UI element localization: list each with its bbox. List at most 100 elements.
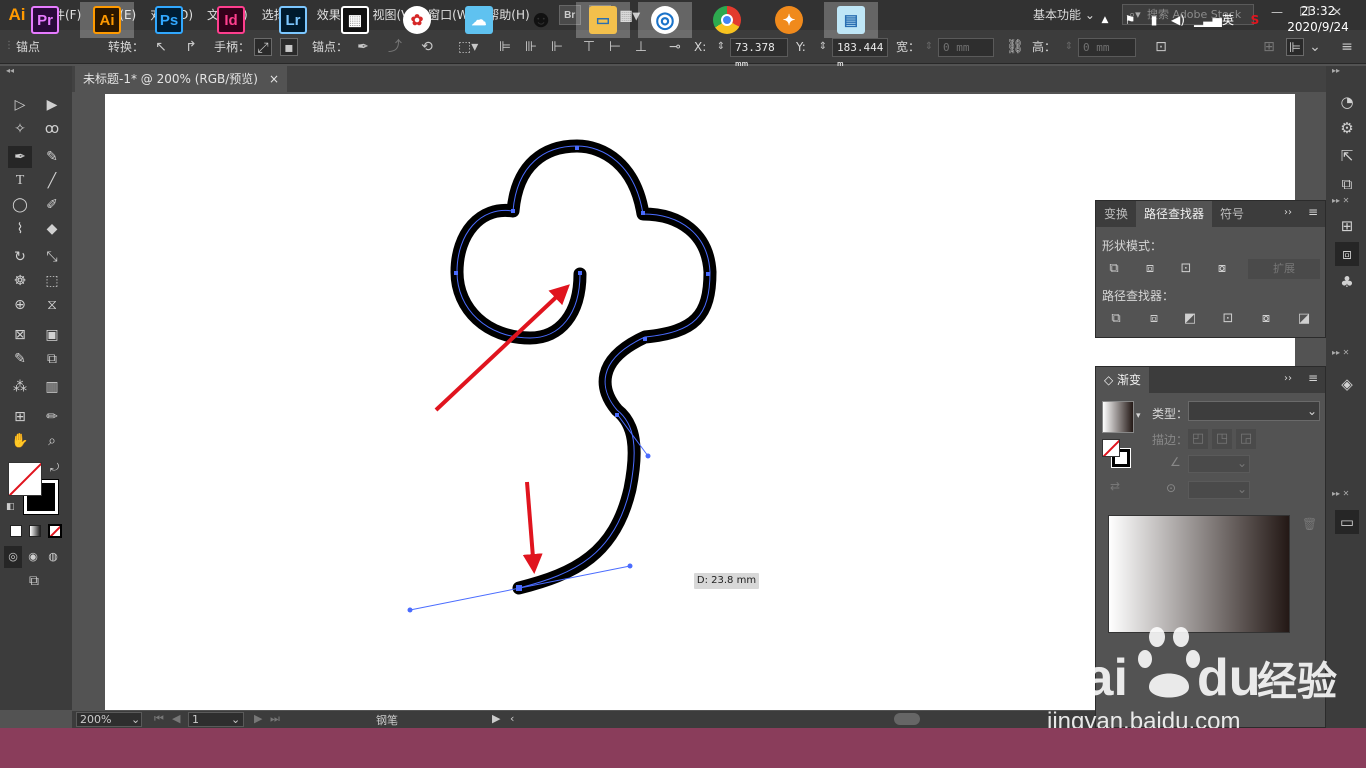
exclude-icon[interactable]: ⧇ <box>1212 259 1232 279</box>
merge-icon[interactable]: ◩ <box>1180 309 1200 329</box>
taskbar-media-app[interactable]: ✦ <box>762 2 816 38</box>
taskbar-indesign[interactable]: Id <box>204 2 258 38</box>
tab-transform[interactable]: 变换 <box>1096 201 1136 227</box>
draw-normal-icon[interactable]: ◎ <box>4 546 22 568</box>
anchor-point[interactable] <box>643 337 647 341</box>
draw-inside-icon[interactable]: ◍ <box>44 546 62 568</box>
taskbar-edge[interactable]: ◎ <box>638 2 692 38</box>
line-tool-icon[interactable]: ╱ <box>40 170 64 192</box>
anchor-point[interactable] <box>578 271 582 275</box>
tray-battery-icon[interactable]: ▮ <box>1146 0 1162 40</box>
anchor-point[interactable] <box>706 272 710 276</box>
tab-symbols[interactable]: 符号 <box>1212 201 1252 227</box>
artboard-tool-icon[interactable]: ⊞ <box>8 406 32 428</box>
align-hcenter-icon[interactable]: ⊪ <box>522 38 540 56</box>
panel-menu-icon[interactable]: ≡ <box>1308 371 1318 385</box>
reverse-gradient-icon[interactable]: ⇄ <box>1110 479 1120 493</box>
arrange-icon[interactable]: ⧉ <box>1335 172 1359 196</box>
dock-collapse-icon[interactable]: ▸▸ ✕ <box>1332 348 1349 357</box>
handle-point[interactable] <box>645 453 651 459</box>
tray-flag-icon[interactable]: ⚑ <box>1122 0 1138 40</box>
swap-fill-stroke-icon[interactable]: ⤾ <box>50 461 59 475</box>
taskbar-notepad[interactable]: ▤ <box>824 2 878 38</box>
height-stepper-icon[interactable]: ⇕ <box>1060 38 1078 56</box>
align-top-icon[interactable]: ⊤ <box>580 38 598 56</box>
distribute-icon[interactable]: ⊸ <box>666 38 684 56</box>
mesh-tool-icon[interactable]: ⊠ <box>8 324 32 346</box>
align-panel-toggle-icon[interactable]: ⊫ <box>1286 38 1304 56</box>
stroke-along-icon[interactable]: ◳ <box>1212 429 1232 449</box>
last-artboard-icon[interactable]: ⏭ <box>270 712 280 726</box>
crop-icon[interactable]: ⊡ <box>1218 309 1238 329</box>
constrain-proportions-icon[interactable]: ⛓ <box>1006 38 1024 56</box>
shape-builder-tool-icon[interactable]: ⊕ <box>8 294 32 316</box>
layers-icon[interactable]: ◈ <box>1335 372 1359 396</box>
next-artboard-icon[interactable]: ▶ <box>254 712 262 725</box>
taskbar-illustrator[interactable]: Ai <box>80 2 134 38</box>
gradient-slider-preview[interactable] <box>1108 515 1290 633</box>
warp-tool-icon[interactable]: ☸ <box>8 270 32 292</box>
screen-mode-icon[interactable]: ⧉ <box>22 570 46 592</box>
rotate-tool-icon[interactable]: ↻ <box>8 246 32 268</box>
ellipse-tool-icon[interactable]: ◯ <box>8 194 32 216</box>
taskbar-lightroom[interactable]: Lr <box>266 2 320 38</box>
y-field[interactable]: 183.444 m <box>832 38 888 71</box>
perspective-grid-tool-icon[interactable]: ⧖ <box>40 294 64 316</box>
trash-icon[interactable]: 🗑 <box>1302 517 1317 531</box>
taskbar-premiere[interactable]: Pr <box>18 2 72 38</box>
taskbar-file-explorer[interactable]: ▭ <box>576 2 630 38</box>
angle-select[interactable]: ⌄ <box>1188 455 1250 473</box>
shaper-tool-icon[interactable]: ⌇ <box>8 218 32 240</box>
outline-icon[interactable]: ⧇ <box>1256 309 1276 329</box>
scale-tool-icon[interactable]: ⤡ <box>40 246 64 268</box>
eyedropper-tool-icon[interactable]: ✎ <box>8 348 32 370</box>
appearance-icon[interactable]: ⚙ <box>1335 116 1359 140</box>
dock-collapse-icon[interactable]: ▸▸ ✕ <box>1332 489 1349 498</box>
minus-back-icon[interactable]: ◪ <box>1294 309 1314 329</box>
prev-artboard-icon[interactable]: ◀ <box>172 712 180 725</box>
control-bar-menu-icon[interactable]: ≡ <box>1338 38 1356 56</box>
default-fill-stroke-icon[interactable]: ◧ <box>6 502 15 512</box>
gradient-type-select[interactable]: ⌄ <box>1188 401 1320 421</box>
anchor-point[interactable] <box>575 146 579 150</box>
symbol-sprayer-tool-icon[interactable]: ⁂ <box>8 376 32 398</box>
paintbrush-tool-icon[interactable]: ✐ <box>40 194 64 216</box>
slice-tool-icon[interactable]: ✏ <box>40 406 64 428</box>
aspect-ratio-select[interactable]: ⌄ <box>1188 481 1250 499</box>
gradient-thumbnail[interactable] <box>1102 401 1134 433</box>
taskbar-gallery-app[interactable]: ✿ <box>390 2 444 38</box>
unite-icon[interactable]: ⧉ <box>1104 259 1124 279</box>
tab-gradient[interactable]: ◇ 渐变 <box>1096 367 1150 393</box>
horizontal-scrollbar-thumb[interactable] <box>894 713 920 725</box>
transform-icon[interactable]: ⊡ <box>1152 38 1170 56</box>
zoom-tool-icon[interactable]: ⌕ <box>40 430 64 452</box>
hand-tool-icon[interactable]: ✋ <box>8 430 32 452</box>
free-transform-tool-icon[interactable]: ⬚ <box>40 270 64 292</box>
width-stepper-icon[interactable]: ⇕ <box>920 38 938 56</box>
align-vcenter-icon[interactable]: ⊢ <box>606 38 624 56</box>
tray-network-icon[interactable]: ▁▃▅ <box>1194 0 1222 40</box>
minus-front-icon[interactable]: ⧈ <box>1140 259 1160 279</box>
align-right-icon[interactable]: ⊩ <box>548 38 566 56</box>
magic-wand-tool-icon[interactable]: ✧ <box>8 118 32 140</box>
chevron-down-icon[interactable]: ⌄ <box>1306 38 1324 56</box>
taskbar-qq[interactable]: ☻ <box>514 2 568 38</box>
artboard-select[interactable]: 1 ⌄ <box>188 712 244 727</box>
anchor-point[interactable] <box>615 413 619 417</box>
handle-point[interactable] <box>627 563 633 569</box>
panel-expand-icon[interactable]: ›› <box>1284 373 1292 384</box>
x-field[interactable]: 73.378 mm <box>730 38 788 71</box>
anchor-point[interactable] <box>454 271 458 275</box>
remove-anchor-icon[interactable]: ✒ <box>354 38 372 56</box>
eraser-tool-icon[interactable]: ◆ <box>40 218 64 240</box>
dock-collapse-icon[interactable]: ▸▸ <box>1332 66 1340 75</box>
document-tab[interactable]: 未标题-1* @ 200% (RGB/预览) × <box>75 66 287 92</box>
stroke-within-icon[interactable]: ◰ <box>1188 429 1208 449</box>
selection-tool-icon[interactable]: ▷ <box>8 94 32 116</box>
gradient-tool-icon[interactable]: ▣ <box>40 324 64 346</box>
panel-menu-icon[interactable]: ≡ <box>1308 205 1318 219</box>
anchor-point[interactable] <box>641 211 645 215</box>
tray-ime-icon[interactable]: S <box>1246 0 1264 40</box>
expand-button[interactable]: 扩展 <box>1248 259 1320 279</box>
tab-pathfinder[interactable]: 路径查找器 <box>1136 201 1213 227</box>
